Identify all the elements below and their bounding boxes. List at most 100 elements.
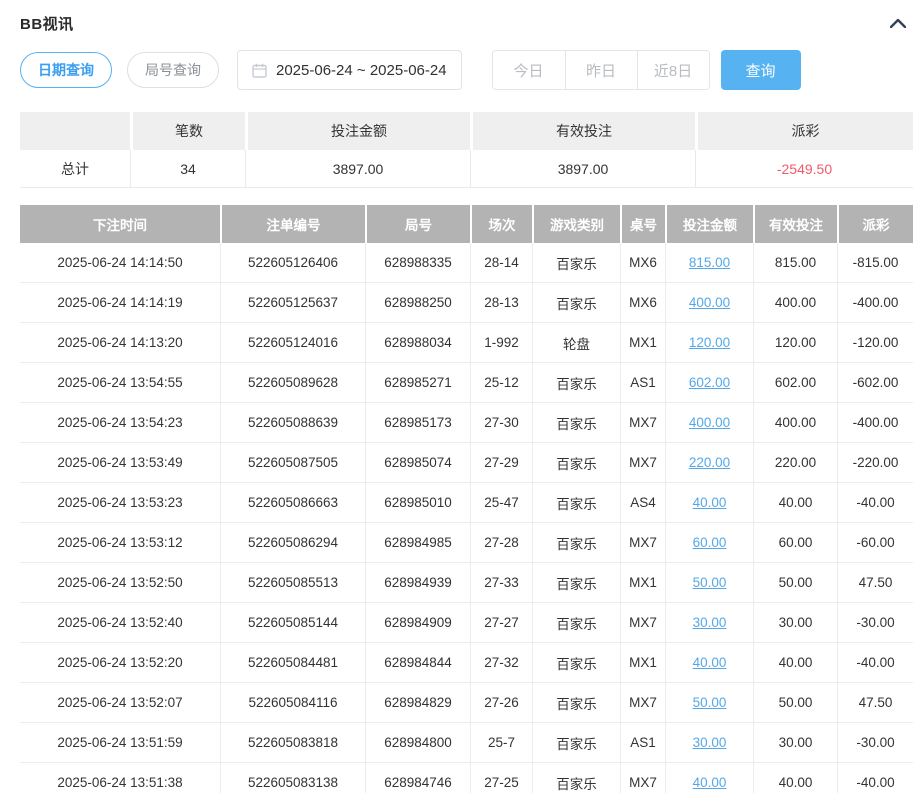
table-row: 2025-06-24 13:52:40522605085144628984909… <box>20 603 913 643</box>
cell-bet-time: 2025-06-24 14:13:20 <box>20 323 220 363</box>
cell-valid-bet: 602.00 <box>753 363 837 403</box>
cell-table-number: MX7 <box>620 443 665 483</box>
cell-game-type: 百家乐 <box>532 403 620 443</box>
cell-valid-bet: 50.00 <box>753 683 837 723</box>
today-button[interactable]: 今日 <box>493 51 565 89</box>
cell-bet-time: 2025-06-24 13:52:40 <box>20 603 220 643</box>
cell-valid-bet: 30.00 <box>753 603 837 643</box>
cell-valid-bet: 40.00 <box>753 643 837 683</box>
cell-round-number: 628988250 <box>365 283 470 323</box>
cell-payout: -60.00 <box>837 523 913 563</box>
cell-game-type: 百家乐 <box>532 443 620 483</box>
cell-table-number: AS1 <box>620 723 665 763</box>
summary-header-row: 笔数 投注金额 有效投注 派彩 <box>20 112 913 150</box>
cell-bet-amount: 60.00 <box>665 523 753 563</box>
column-header-bet-amount: 投注金额 <box>665 205 753 243</box>
cell-round-number: 628984800 <box>365 723 470 763</box>
cell-game-type: 百家乐 <box>532 283 620 323</box>
cell-game-type: 百家乐 <box>532 643 620 683</box>
bet-amount-link[interactable]: 40.00 <box>693 775 727 790</box>
bet-amount-link[interactable]: 30.00 <box>693 615 727 630</box>
collapse-button[interactable] <box>887 12 909 34</box>
table-row: 2025-06-24 14:14:19522605125637628988250… <box>20 283 913 323</box>
bet-amount-link[interactable]: 602.00 <box>689 375 730 390</box>
bet-amount-link[interactable]: 40.00 <box>693 495 727 510</box>
cell-payout: -40.00 <box>837 763 913 793</box>
cell-payout: -815.00 <box>837 243 913 283</box>
column-header-valid-bet: 有效投注 <box>753 205 837 243</box>
summary-total-row: 总计 34 3897.00 3897.00 -2549.50 <box>20 150 913 188</box>
bet-amount-link[interactable]: 815.00 <box>689 255 730 270</box>
date-range-picker[interactable]: 2025-06-24 ~ 2025-06-24 <box>237 50 462 90</box>
cell-bet-number: 522605125637 <box>220 283 365 323</box>
bet-amount-link[interactable]: 50.00 <box>693 575 727 590</box>
cell-bet-time: 2025-06-24 13:53:12 <box>20 523 220 563</box>
cell-bet-time: 2025-06-24 13:51:38 <box>20 763 220 793</box>
date-range-value: 2025-06-24 ~ 2025-06-24 <box>276 62 447 79</box>
cell-bet-number: 522605085513 <box>220 563 365 603</box>
summary-table: 笔数 投注金额 有效投注 派彩 总计 34 3897.00 3897.00 -2… <box>20 112 913 188</box>
last-8-days-button[interactable]: 近8日 <box>637 51 709 89</box>
cell-game-type: 百家乐 <box>532 243 620 283</box>
cell-game-type: 百家乐 <box>532 483 620 523</box>
cell-valid-bet: 220.00 <box>753 443 837 483</box>
bets-header-row: 下注时间注单编号局号场次游戏类别桌号投注金额有效投注派彩 <box>20 205 913 243</box>
cell-session: 25-12 <box>470 363 532 403</box>
summary-valid-bet-value: 3897.00 <box>470 150 695 188</box>
bet-amount-link[interactable]: 40.00 <box>693 655 727 670</box>
bet-amount-link[interactable]: 120.00 <box>689 335 730 350</box>
cell-round-number: 628985271 <box>365 363 470 403</box>
cell-game-type: 百家乐 <box>532 363 620 403</box>
cell-valid-bet: 40.00 <box>753 763 837 793</box>
tab-round-query[interactable]: 局号查询 <box>127 52 219 88</box>
cell-bet-amount: 220.00 <box>665 443 753 483</box>
cell-bet-amount: 602.00 <box>665 363 753 403</box>
cell-bet-time: 2025-06-24 13:54:55 <box>20 363 220 403</box>
cell-session: 27-33 <box>470 563 532 603</box>
cell-bet-number: 522605083818 <box>220 723 365 763</box>
cell-table-number: AS4 <box>620 483 665 523</box>
cell-bet-number: 522605084116 <box>220 683 365 723</box>
cell-payout: -220.00 <box>837 443 913 483</box>
cell-game-type: 百家乐 <box>532 563 620 603</box>
cell-bet-amount: 50.00 <box>665 563 753 603</box>
cell-session: 27-32 <box>470 643 532 683</box>
cell-bet-number: 522605086663 <box>220 483 365 523</box>
cell-bet-number: 522605085144 <box>220 603 365 643</box>
cell-round-number: 628984985 <box>365 523 470 563</box>
cell-session: 27-30 <box>470 403 532 443</box>
column-header-game-type: 游戏类别 <box>532 205 620 243</box>
tab-date-query[interactable]: 日期查询 <box>20 52 112 88</box>
cell-bet-number: 522605089628 <box>220 363 365 403</box>
cell-bet-time: 2025-06-24 13:54:23 <box>20 403 220 443</box>
bet-amount-link[interactable]: 30.00 <box>693 735 727 750</box>
cell-session: 28-13 <box>470 283 532 323</box>
cell-table-number: MX7 <box>620 603 665 643</box>
table-row: 2025-06-24 13:53:49522605087505628985074… <box>20 443 913 483</box>
table-row: 2025-06-24 13:51:59522605083818628984800… <box>20 723 913 763</box>
cell-payout: -602.00 <box>837 363 913 403</box>
cell-session: 27-28 <box>470 523 532 563</box>
bet-amount-link[interactable]: 50.00 <box>693 695 727 710</box>
cell-payout: -120.00 <box>837 323 913 363</box>
cell-game-type: 百家乐 <box>532 723 620 763</box>
bet-amount-link[interactable]: 400.00 <box>689 295 730 310</box>
bet-amount-link[interactable]: 60.00 <box>693 535 727 550</box>
cell-bet-time: 2025-06-24 13:52:07 <box>20 683 220 723</box>
cell-session: 27-29 <box>470 443 532 483</box>
yesterday-button[interactable]: 昨日 <box>565 51 637 89</box>
bet-amount-link[interactable]: 400.00 <box>689 415 730 430</box>
table-row: 2025-06-24 13:54:55522605089628628985271… <box>20 363 913 403</box>
search-button[interactable]: 查询 <box>721 50 801 90</box>
cell-bet-number: 522605126406 <box>220 243 365 283</box>
summary-header-blank <box>20 112 130 150</box>
bet-amount-link[interactable]: 220.00 <box>689 455 730 470</box>
cell-bet-amount: 40.00 <box>665 763 753 793</box>
table-row: 2025-06-24 14:14:50522605126406628988335… <box>20 243 913 283</box>
cell-game-type: 百家乐 <box>532 683 620 723</box>
summary-total-label: 总计 <box>20 150 130 188</box>
cell-bet-number: 522605088639 <box>220 403 365 443</box>
cell-bet-amount: 40.00 <box>665 643 753 683</box>
chevron-up-icon <box>890 18 906 28</box>
cell-bet-amount: 50.00 <box>665 683 753 723</box>
